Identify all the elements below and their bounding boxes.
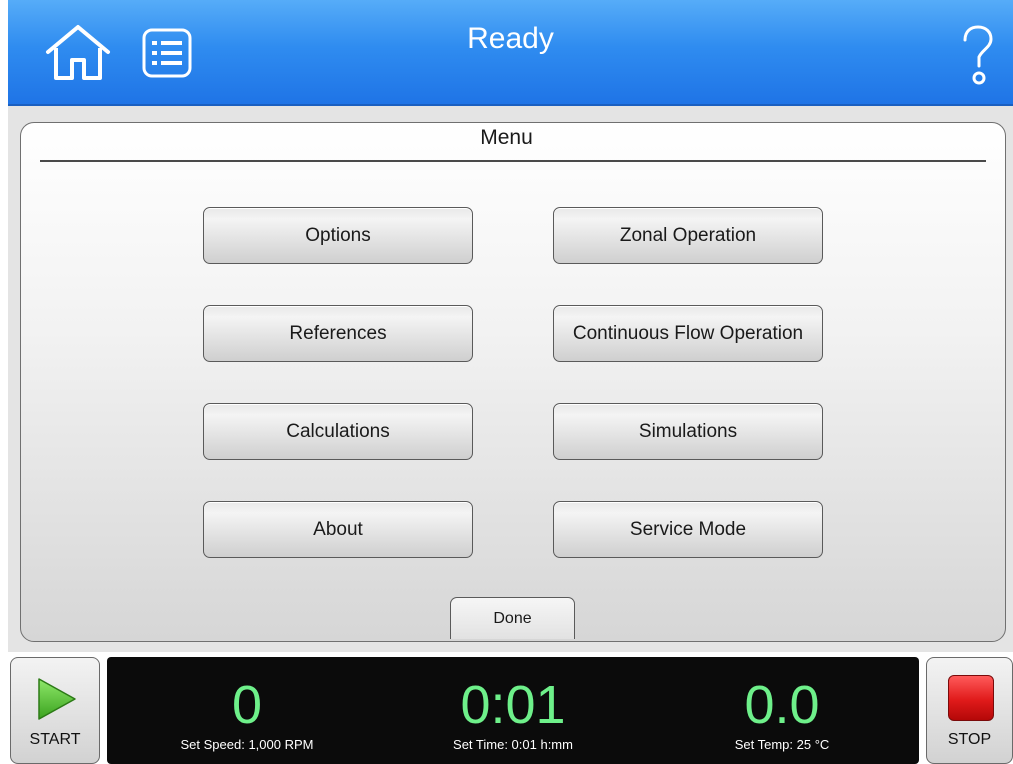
temperature-readout: 0.0 — [744, 675, 820, 735]
calculations-button[interactable]: Calculations — [203, 403, 473, 460]
panel-divider — [40, 160, 986, 162]
zonal-operation-button[interactable]: Zonal Operation — [553, 207, 823, 264]
stop-icon — [948, 675, 994, 721]
status-title: Ready — [467, 22, 554, 55]
header-bar: Ready — [8, 0, 1013, 106]
service-mode-button[interactable]: Service Mode — [553, 501, 823, 558]
menu-panel — [20, 122, 1006, 642]
play-icon — [38, 678, 76, 720]
set-speed-label: Set Speed: 1,000 RPM — [180, 737, 314, 752]
stop-button[interactable]: STOP — [926, 657, 1013, 764]
simulations-button[interactable]: Simulations — [553, 403, 823, 460]
options-button[interactable]: Options — [203, 207, 473, 264]
references-button[interactable]: References — [203, 305, 473, 362]
help-icon — [963, 25, 993, 85]
stop-label: STOP — [947, 731, 992, 748]
speed-readout: 0 — [231, 675, 263, 735]
start-button[interactable]: START — [10, 657, 100, 764]
set-time-label: Set Time: 0:01 h:mm — [453, 737, 573, 752]
start-label: START — [29, 731, 81, 748]
set-temperature-label: Set Temp: 25 °C — [734, 737, 830, 752]
help-button[interactable] — [960, 24, 996, 88]
continuous-flow-operation-button[interactable]: Continuous Flow Operation — [553, 305, 823, 362]
panel-title: Menu — [480, 126, 533, 149]
about-button[interactable]: About — [203, 501, 473, 558]
time-readout: 0:01 — [460, 675, 566, 735]
done-button[interactable]: Done — [450, 597, 575, 639]
